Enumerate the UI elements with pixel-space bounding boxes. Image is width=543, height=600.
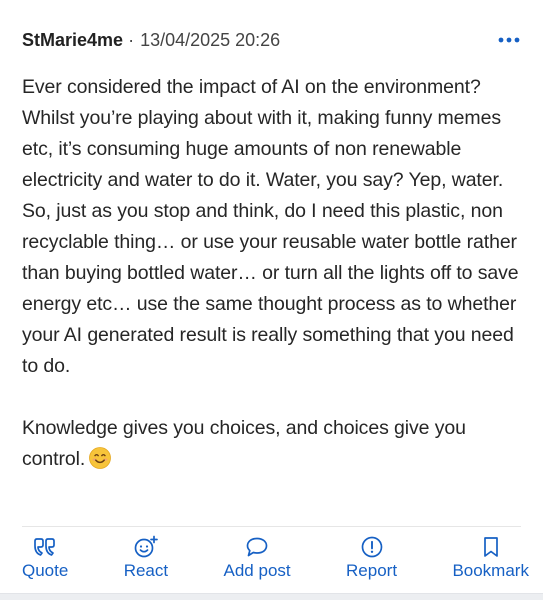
quote-icon bbox=[32, 535, 58, 559]
post-header: StMarie4me · 13/04/2025 20:26 bbox=[22, 28, 527, 52]
more-options-button[interactable] bbox=[494, 30, 524, 50]
smiley-plus-icon bbox=[132, 535, 160, 559]
bookmark-label: Bookmark bbox=[452, 561, 529, 580]
quote-button[interactable]: Quote bbox=[22, 535, 68, 585]
post-body: Ever considered the impact of AI on the … bbox=[22, 72, 527, 479]
react-label: React bbox=[123, 561, 169, 580]
alert-circle-icon bbox=[360, 535, 384, 559]
smiling-face-emoji bbox=[89, 447, 112, 479]
add-post-button[interactable]: Add post bbox=[224, 535, 291, 585]
quote-label: Quote bbox=[22, 561, 69, 580]
bottom-strip bbox=[0, 593, 543, 600]
post-paragraph: Ever considered the impact of AI on the … bbox=[22, 76, 504, 191]
post-paragraph: So, just as you stop and think, do I nee… bbox=[22, 200, 519, 377]
react-button[interactable]: React bbox=[124, 535, 168, 585]
report-label: Report bbox=[346, 561, 398, 580]
report-button[interactable]: Report bbox=[346, 535, 397, 585]
author-name[interactable]: StMarie4me bbox=[22, 30, 123, 51]
header-separator: · bbox=[128, 29, 135, 50]
actions-divider bbox=[22, 526, 521, 527]
speech-bubble-icon bbox=[244, 535, 270, 559]
add-post-label: Add post bbox=[223, 561, 291, 580]
post-card: StMarie4me · 13/04/2025 20:26 Ever consi… bbox=[0, 0, 543, 592]
post-paragraph-last: Knowledge gives you choices, and choices… bbox=[22, 413, 527, 479]
bookmark-icon bbox=[480, 535, 502, 559]
bookmark-button[interactable]: Bookmark bbox=[452, 535, 529, 585]
post-actions-bar: Quote React Add post Report Bookmark bbox=[22, 535, 529, 585]
post-timestamp: 13/04/2025 20:26 bbox=[140, 29, 281, 50]
more-dots-icon bbox=[498, 37, 520, 43]
